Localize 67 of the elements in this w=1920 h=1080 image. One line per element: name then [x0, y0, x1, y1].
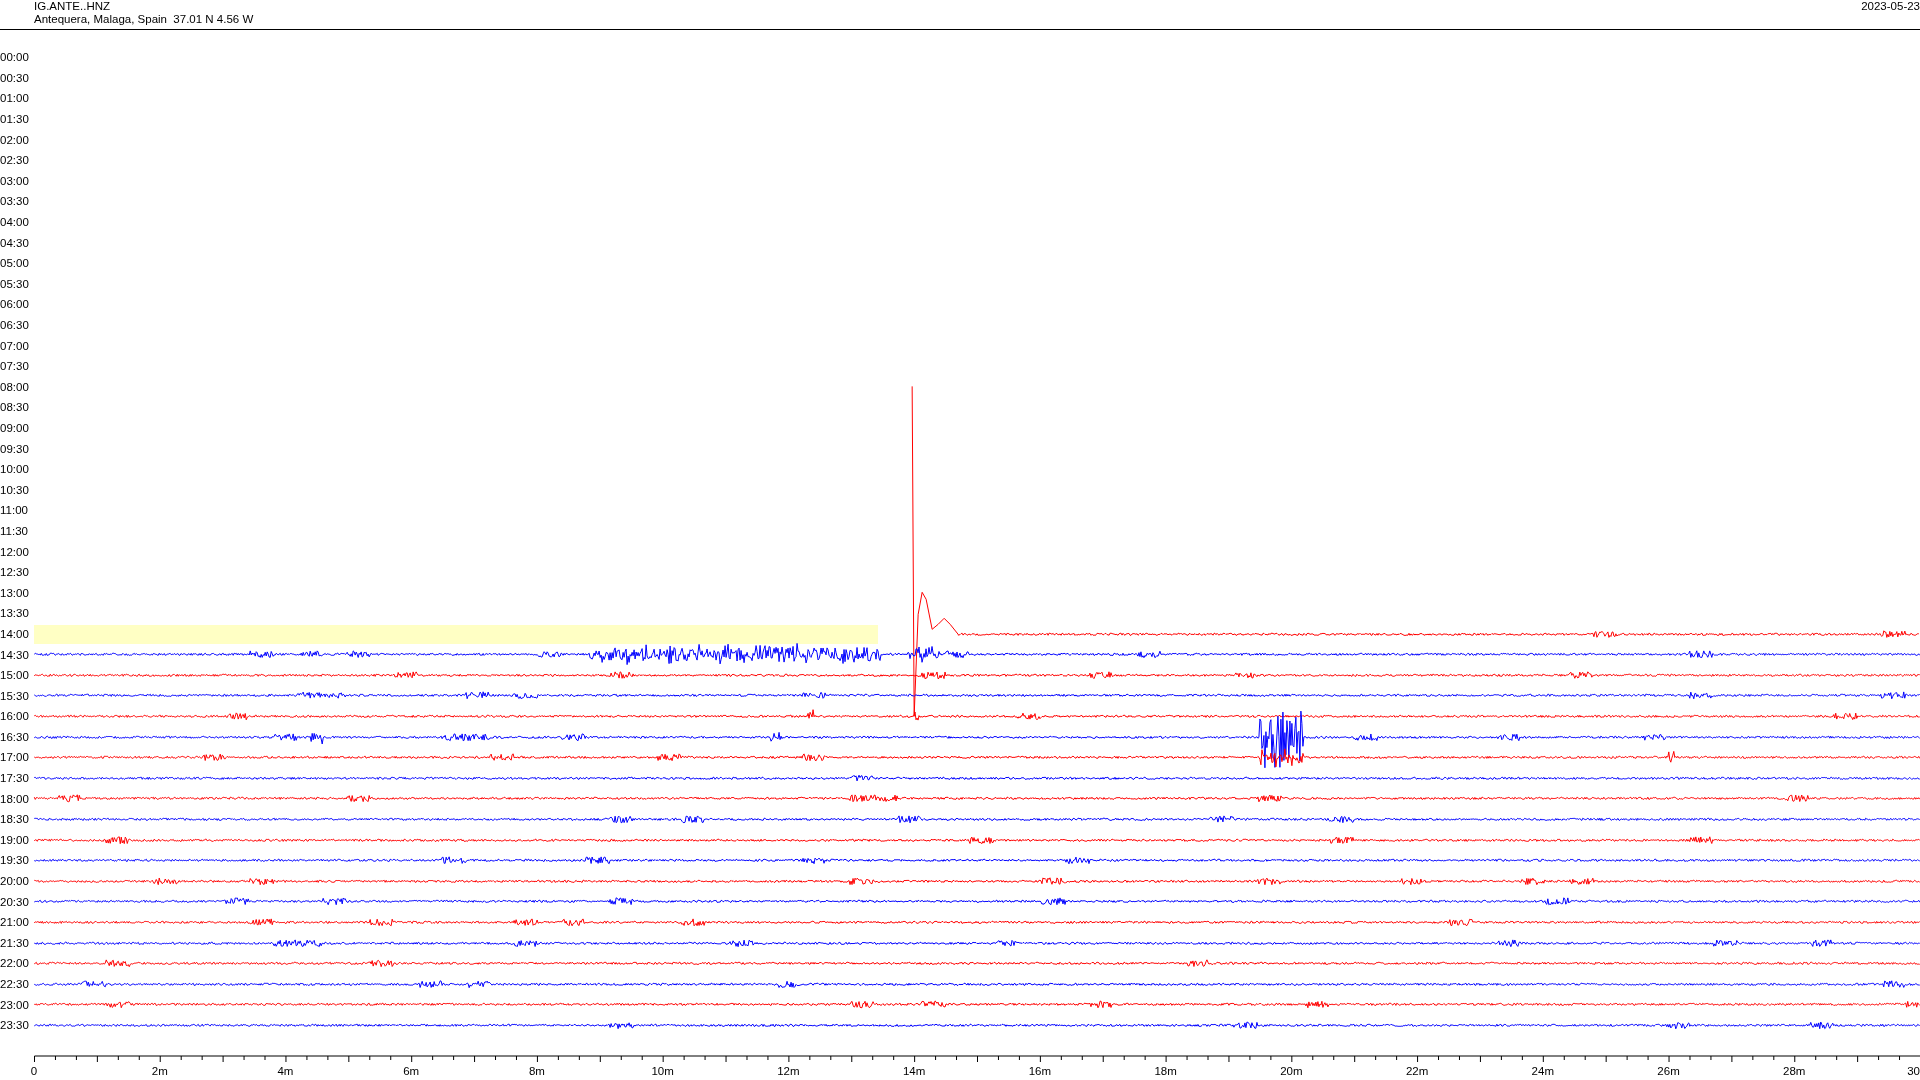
axis-label: 10m	[651, 1064, 674, 1077]
time-label: 10:30	[0, 483, 30, 496]
time-label: 19:00	[0, 833, 30, 846]
time-label: 22:00	[0, 957, 30, 970]
time-label: 10:00	[0, 463, 30, 476]
time-label: 06:30	[0, 319, 30, 331]
time-label: 21:00	[0, 916, 30, 929]
time-label: 07:00	[0, 339, 30, 352]
time-label: 01:00	[0, 92, 30, 105]
date-label: 2023-05-23	[1861, 0, 1920, 14]
station-location: Antequera, Malaga, Spain 37.01 N 4.56 W	[34, 13, 254, 26]
time-label: 08:00	[0, 380, 30, 393]
time-label: 09:00	[0, 422, 30, 434]
axis-label: 12m	[777, 1064, 800, 1077]
axis-label: 28m	[1783, 1064, 1806, 1077]
axis-label: 24m	[1531, 1064, 1554, 1077]
time-label: 13:00	[0, 586, 30, 599]
time-label: 14:30	[0, 648, 30, 661]
time-label: 13:30	[0, 607, 30, 620]
time-label: 00:00	[0, 51, 30, 64]
time-label: 04:30	[0, 236, 30, 249]
axis-label: 4m	[277, 1064, 294, 1077]
axis-label: 8m	[528, 1064, 545, 1077]
time-label: 06:00	[0, 298, 30, 311]
time-label: 05:00	[0, 257, 30, 270]
time-label: 11:30	[0, 524, 29, 537]
time-label: 19:30	[0, 854, 30, 867]
axis-label: 6m	[403, 1064, 420, 1077]
axis-label: 16m	[1028, 1064, 1052, 1077]
axis-label: 20m	[1280, 1064, 1303, 1077]
time-label: 15:00	[0, 669, 30, 682]
time-label: 03:00	[0, 174, 30, 187]
time-label: 22:30	[0, 978, 30, 990]
axis-label: 2m	[151, 1064, 168, 1077]
axis-label: 30	[1907, 1064, 1920, 1077]
time-label: 12:30	[0, 566, 30, 579]
time-label: 02:00	[0, 133, 30, 146]
axis-label: 18m	[1154, 1064, 1177, 1077]
time-label: 14:00	[0, 627, 30, 640]
axis-label: 26m	[1657, 1064, 1680, 1077]
time-label: 17:30	[0, 772, 30, 785]
time-label: 05:30	[0, 277, 30, 290]
time-label: 04:00	[0, 216, 30, 229]
time-label: 15:30	[0, 689, 30, 702]
time-label: 03:30	[0, 195, 30, 208]
time-label: 18:30	[0, 813, 30, 826]
time-label: 09:30	[0, 442, 30, 455]
time-label: 16:00	[0, 710, 30, 723]
axis-label: 0	[30, 1064, 38, 1077]
time-label: 17:00	[0, 751, 30, 764]
time-label: 16:30	[0, 730, 30, 743]
time-label: 01:30	[0, 113, 30, 126]
time-label: 18:00	[0, 792, 30, 805]
time-label: 23:30	[0, 1019, 30, 1032]
time-label: 00:30	[0, 71, 30, 84]
time-label: 20:30	[0, 895, 30, 908]
time-label: 20:00	[0, 875, 30, 888]
time-label: 12:00	[0, 545, 30, 558]
axis-label: 14m	[902, 1064, 926, 1077]
time-label: 11:00	[0, 504, 29, 517]
time-label: 08:30	[0, 401, 30, 414]
time-label: 21:30	[0, 936, 30, 949]
time-label: 02:30	[0, 154, 30, 167]
axis-label: 22m	[1405, 1064, 1429, 1077]
time-label: 23:00	[0, 998, 30, 1011]
time-label: 07:30	[0, 360, 30, 373]
station-channel: IG.ANTE..HNZ	[34, 0, 112, 13]
